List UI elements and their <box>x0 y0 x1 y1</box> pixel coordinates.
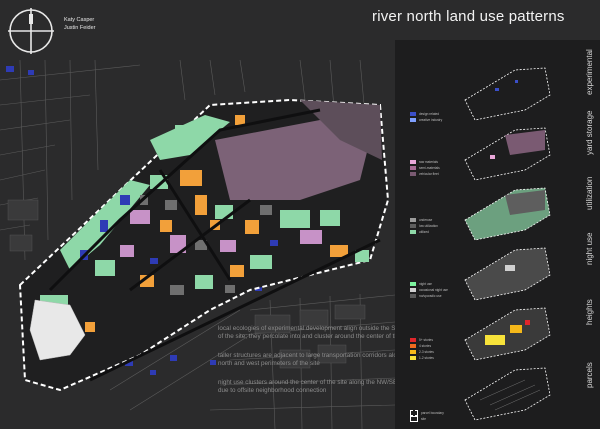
legend-label: design related <box>419 112 440 116</box>
layer-label-experimental: experimental <box>585 49 594 95</box>
legend-swatch <box>410 112 416 116</box>
legend-swatch <box>410 218 416 222</box>
layer-label-utilization: utilization <box>585 176 594 210</box>
board: Katy Casper Justin Feider river north la… <box>0 0 600 429</box>
caption-heights: taller structures are adjacent to large … <box>218 352 415 367</box>
legend-label: 4 stories <box>419 344 432 348</box>
legend-label: night use <box>419 282 432 286</box>
legend-label: underuse <box>419 218 433 222</box>
legend-item: raw materials <box>410 160 438 164</box>
legend-item: 4 stories <box>410 344 431 348</box>
layer-label-yard-storage: yard storage <box>585 110 594 155</box>
caption-experimental: local ecologies of experimental developm… <box>218 325 418 340</box>
legend-item: design related <box>410 112 439 116</box>
legend-swatch <box>410 350 416 354</box>
legend-label: semi-materials <box>419 166 440 170</box>
legend-item: low utilization <box>410 224 438 228</box>
layer-label-night-use: night use <box>585 232 594 265</box>
legend-swatch <box>410 344 416 348</box>
legend-label: site <box>421 417 426 421</box>
legend-item: no/sporadic use <box>410 294 442 298</box>
main-land-use-map <box>0 60 395 429</box>
legend-label: 1-2 stories <box>419 356 434 360</box>
compass-logo-icon <box>8 8 54 54</box>
legend-swatch <box>410 288 416 292</box>
legend-swatch <box>410 224 416 228</box>
legend-item: vehicular fleet <box>410 172 439 176</box>
legend-label: vehicular fleet <box>419 172 439 176</box>
author-2: Justin Feider <box>64 25 96 31</box>
legend-swatch <box>410 338 416 342</box>
legend-swatch <box>410 282 416 286</box>
legend-label: low utilization <box>419 224 438 228</box>
legend-item: night use <box>410 282 432 286</box>
legend-swatch <box>410 416 418 422</box>
legend-label: utilized <box>419 230 429 234</box>
legend-swatch <box>410 118 416 122</box>
author-1: Katy Casper <box>64 17 95 23</box>
legend-label: 5+ stories <box>419 338 433 342</box>
legend-item: site <box>410 416 426 422</box>
legend-label: creative industry <box>419 118 443 122</box>
legend-label: no/sporadic use <box>419 294 442 298</box>
legend-swatch <box>410 172 416 176</box>
legend-swatch <box>410 230 416 234</box>
layer-maps-strip <box>395 40 600 429</box>
legend-item: underuse <box>410 218 432 222</box>
authors: Katy Casper Justin Feider <box>64 16 96 32</box>
legend-item: creative industry <box>410 118 442 122</box>
caption-night-use: night use clusters around the center of … <box>218 379 411 394</box>
page-title: river north land use patterns <box>372 8 565 25</box>
legend-item: 2-3 stories <box>410 350 434 354</box>
legend-label: occasional night use <box>419 288 448 292</box>
legend-item: 5+ stories <box>410 338 433 342</box>
legend-label: raw materials <box>419 160 438 164</box>
layer-label-heights: heights <box>585 299 594 325</box>
legend-item: utilized <box>410 230 429 234</box>
legend-item: semi-materials <box>410 166 440 170</box>
legend-item: 1-2 stories <box>410 356 434 360</box>
legend-label: parcel boundary <box>421 411 444 415</box>
legend-swatch <box>410 166 416 170</box>
legend-swatch <box>410 160 416 164</box>
legend-label: 2-3 stories <box>419 350 434 354</box>
legend-swatch <box>410 294 416 298</box>
legend-item: occasional night use <box>410 288 448 292</box>
layer-label-parcels: parcels <box>585 362 594 388</box>
legend-swatch <box>410 356 416 360</box>
